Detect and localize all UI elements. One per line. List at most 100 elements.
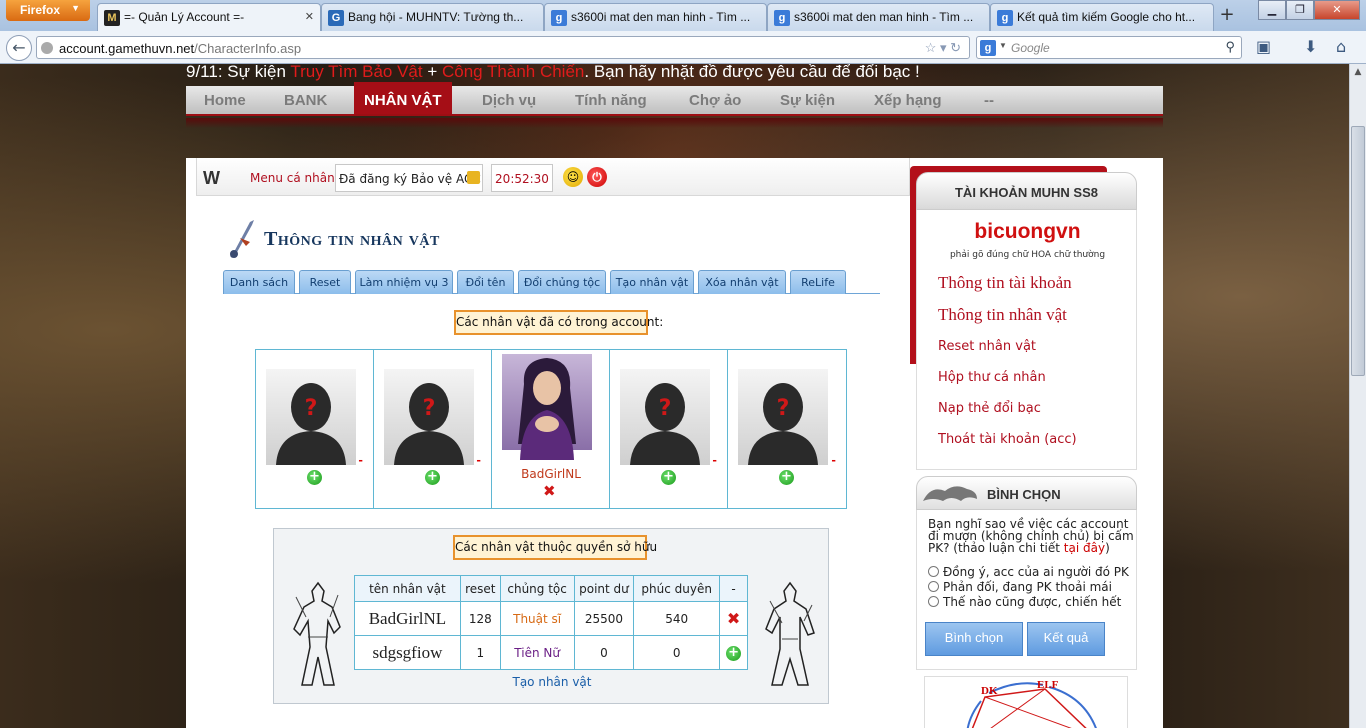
personal-menu-link[interactable]: Menu cá nhân xyxy=(250,171,335,185)
class-diagram-banner[interactable]: DK ELF xyxy=(924,676,1128,728)
svg-text:?: ? xyxy=(777,396,790,421)
tab-bang-hoi[interactable]: G Bang hội - MUHNTV: Tường th... xyxy=(321,3,544,31)
page-scrollbar[interactable]: ▲ xyxy=(1349,64,1366,728)
google-search-engine-icon: g xyxy=(980,40,996,56)
account-protection-status: Đã đăng ký Bảo vệ ACC xyxy=(335,164,483,192)
url-bar[interactable]: account.gamethuvn.net/CharacterInfo.asp … xyxy=(36,36,970,59)
delete-character-icon[interactable]: ✖ xyxy=(543,484,556,499)
results-button[interactable]: Kết quả xyxy=(1027,622,1105,656)
column-header: point dư xyxy=(573,575,635,602)
nav-cho-ao[interactable]: Chợ ảo xyxy=(689,92,741,109)
add-icon[interactable]: + xyxy=(726,645,742,661)
smiley-icon[interactable]: ☺ xyxy=(563,167,583,187)
nav-more[interactable]: -- xyxy=(984,92,994,109)
poll-header: BÌNH CHỌN xyxy=(916,476,1137,510)
sidebar-link-logout[interactable]: Thoát tài khoản (acc) xyxy=(938,432,1077,447)
mu-favicon-icon: M xyxy=(104,10,120,26)
bookmark-star-icon[interactable]: ☆ ▾ ↻ xyxy=(925,40,961,56)
unknown-avatar-icon: ? xyxy=(620,369,710,465)
character-slots: ? - + ? - + BadGirlNL ✖ ? - + ? - + xyxy=(255,349,847,509)
character-slot[interactable]: ? - + xyxy=(374,350,492,508)
nav-shadow xyxy=(186,118,1163,128)
close-window-button[interactable]: ✕ xyxy=(1314,0,1360,20)
vote-button[interactable]: Bình chọn xyxy=(925,622,1023,656)
tab-quan-ly-account[interactable]: M =- Quản Lý Account =- ✕ xyxy=(97,3,321,31)
tab-reset[interactable]: Reset xyxy=(299,270,351,294)
google-favicon-icon: g xyxy=(997,10,1013,26)
character-portrait-icon xyxy=(502,354,592,460)
tab-google-results[interactable]: g Kết quả tìm kiếm Google cho ht... xyxy=(990,3,1214,31)
radio-button[interactable] xyxy=(928,596,939,607)
character-slot[interactable]: BadGirlNL ✖ xyxy=(492,350,610,508)
reset-cell: 1 xyxy=(459,635,501,670)
restore-button[interactable]: ❐ xyxy=(1286,0,1314,20)
logout-power-icon[interactable]: ⏻ xyxy=(587,167,607,187)
add-character-icon[interactable]: + xyxy=(307,470,322,485)
tab-relife[interactable]: ReLife xyxy=(790,270,846,294)
class-diagram-graphic xyxy=(966,682,1097,728)
tab-danh-sach[interactable]: Danh sách xyxy=(223,270,295,294)
poll-option[interactable]: Đồng ý, acc của ai người đó PK xyxy=(928,566,1129,578)
bookmarks-icon[interactable]: ▣ xyxy=(1256,37,1271,56)
radio-button[interactable] xyxy=(928,581,939,592)
poll-option[interactable]: Thế nào cũng được, chiến hết xyxy=(928,596,1121,608)
radio-button[interactable] xyxy=(928,566,939,577)
column-header: - xyxy=(719,575,748,602)
nav-nhan-vat[interactable]: NHÂN VẬT xyxy=(354,82,452,114)
phuc-duyen-cell: 540 xyxy=(633,601,721,636)
search-input[interactable]: g ▼ Google ⚲ xyxy=(976,36,1242,59)
user-toolbar: W Menu cá nhân Đã đăng ký Bảo vệ ACC 20:… xyxy=(196,158,910,196)
sidebar-link-reset[interactable]: Reset nhân vật xyxy=(938,339,1036,354)
download-icon[interactable]: ⬇ xyxy=(1304,37,1317,56)
add-character-icon[interactable]: + xyxy=(779,470,794,485)
search-icon[interactable]: ⚲ xyxy=(1225,39,1235,55)
svg-text:?: ? xyxy=(659,396,672,421)
poll-discussion-link[interactable]: tại đây xyxy=(1064,541,1105,555)
content-panel: W Menu cá nhân Đã đăng ký Bảo vệ ACC 20:… xyxy=(186,158,1163,728)
firefox-menu-button[interactable]: Firefox ▼ xyxy=(6,0,90,21)
character-slot[interactable]: ? - + xyxy=(256,350,374,508)
poll-option[interactable]: Phản đối, đang PK thoải mái xyxy=(928,581,1112,593)
sword-icon xyxy=(230,220,254,258)
nav-home[interactable]: Home xyxy=(204,92,246,109)
w-logo-icon: W xyxy=(203,168,220,188)
back-button[interactable]: ← xyxy=(6,35,32,61)
banner-label: DK xyxy=(981,685,998,697)
tab-search-1[interactable]: g s3600i mat den man hinh - Tìm ... xyxy=(544,3,767,31)
create-character-link[interactable]: Tạo nhân vật xyxy=(274,675,830,689)
delete-icon[interactable]: ✖ xyxy=(727,609,740,628)
tab-doi-chung-toc[interactable]: Đổi chủng tộc xyxy=(518,270,606,294)
scroll-up-icon[interactable]: ▲ xyxy=(1350,64,1366,80)
sidebar-link-account-info[interactable]: Thông tin tài khoản xyxy=(938,273,1072,293)
svg-text:?: ? xyxy=(305,396,318,421)
scrollbar-thumb[interactable] xyxy=(1351,126,1365,376)
close-tab-icon[interactable]: ✕ xyxy=(305,10,314,23)
web-page: 9/11: Sự kiện Truy Tìm Bảo Vật + Công Th… xyxy=(0,64,1349,728)
sidebar-link-character-info[interactable]: Thông tin nhân vật xyxy=(938,305,1067,325)
action-cell: + xyxy=(719,635,748,670)
nav-bank[interactable]: BANK xyxy=(284,92,327,109)
minimize-button[interactable]: ▁ xyxy=(1258,0,1286,20)
tab-doi-ten[interactable]: Đổi tên xyxy=(457,270,514,294)
character-slot[interactable]: ? - + xyxy=(610,350,728,508)
character-name-cell[interactable]: BadGirlNL xyxy=(354,601,461,636)
new-tab-button[interactable]: + xyxy=(1214,4,1240,28)
tab-lam-nhiem-vu[interactable]: Làm nhiệm vụ 3 xyxy=(355,270,453,294)
home-icon[interactable]: ⌂ xyxy=(1336,37,1346,56)
sidebar-link-topup[interactable]: Nạp thẻ đổi bạc xyxy=(938,401,1041,416)
nav-su-kien[interactable]: Sự kiện xyxy=(780,92,835,109)
nav-tinh-nang[interactable]: Tính năng xyxy=(575,92,647,109)
add-character-icon[interactable]: + xyxy=(661,470,676,485)
nav-dich-vu[interactable]: Dịch vụ xyxy=(482,92,536,109)
add-character-icon[interactable]: + xyxy=(425,470,440,485)
character-name[interactable]: BadGirlNL xyxy=(492,467,610,481)
character-slot[interactable]: ? - + xyxy=(728,350,846,508)
sidebar-link-inbox[interactable]: Hộp thư cá nhân xyxy=(938,370,1046,385)
nav-xep-hang[interactable]: Xếp hạng xyxy=(874,92,942,109)
main-navigation: Home BANK NHÂN VẬT Dịch vụ Tính năng Chợ… xyxy=(186,82,1163,116)
tab-tao-nhan-vat[interactable]: Tạo nhân vật xyxy=(610,270,694,294)
tab-search-2[interactable]: g s3600i mat den man hinh - Tìm ... xyxy=(767,3,990,31)
tab-xoa-nhan-vat[interactable]: Xóa nhân vật xyxy=(698,270,786,294)
character-name-cell[interactable]: sdgsgfiow xyxy=(354,635,461,670)
column-header: tên nhân vật xyxy=(354,575,461,602)
